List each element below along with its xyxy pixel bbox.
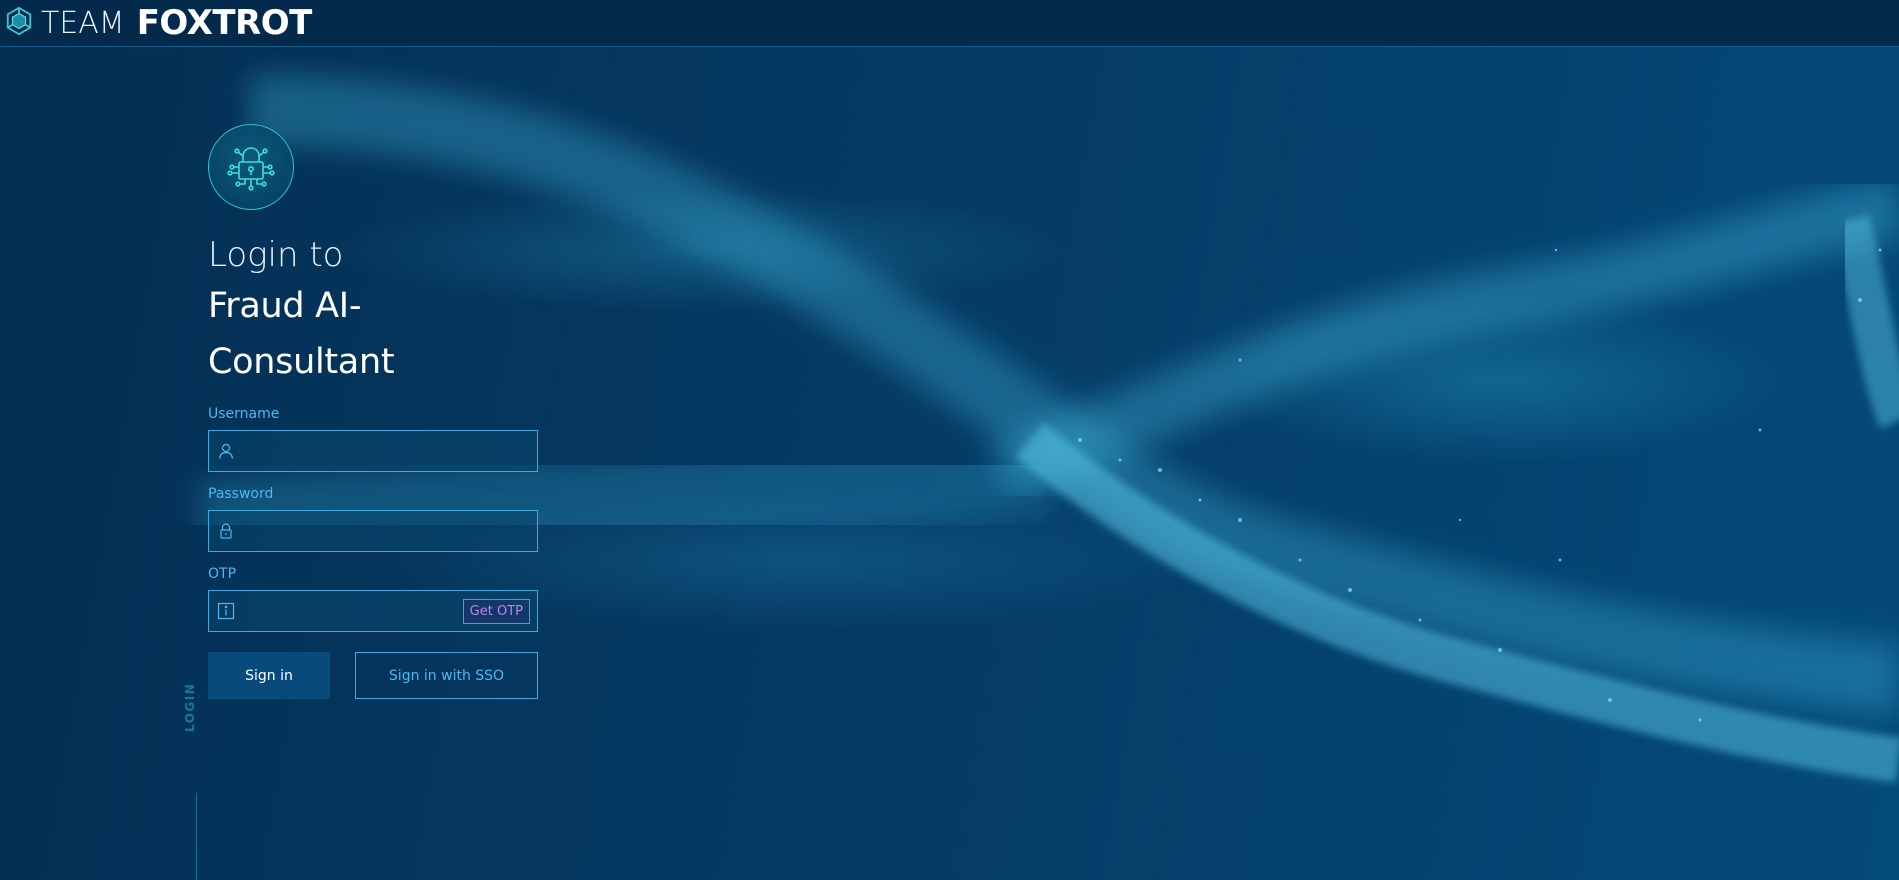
team-foxtrot-logo-icon [4,6,41,40]
password-field[interactable] [208,510,538,552]
login-title: Login to [208,235,344,275]
action-buttons: Sign in Sign in with SSO [208,652,538,699]
password-input[interactable] [243,511,529,551]
sign-in-sso-button[interactable]: Sign in with SSO [355,652,538,699]
side-divider-line [196,793,197,880]
login-form: Login to Fraud AI-Consultant Username Pa… [208,124,538,699]
username-input[interactable] [243,431,529,471]
circuit-lock-icon [208,124,294,210]
brand-team: TEAM [41,5,125,41]
get-otp-button[interactable]: Get OTP [462,599,530,624]
login-side-tag: LOGIN [183,682,197,732]
sign-in-button[interactable]: Sign in [208,652,330,699]
top-header: TEAM FOXTROT [0,0,1899,47]
username-label: Username [208,406,280,422]
password-label: Password [208,486,274,502]
app-title: Fraud AI-Consultant [208,286,395,382]
username-field[interactable] [208,430,538,472]
otp-input[interactable] [243,591,457,631]
brand-foxtrot: FOXTROT [136,3,313,43]
otp-label: OTP [208,566,237,582]
otp-field[interactable]: Get OTP [208,590,538,632]
